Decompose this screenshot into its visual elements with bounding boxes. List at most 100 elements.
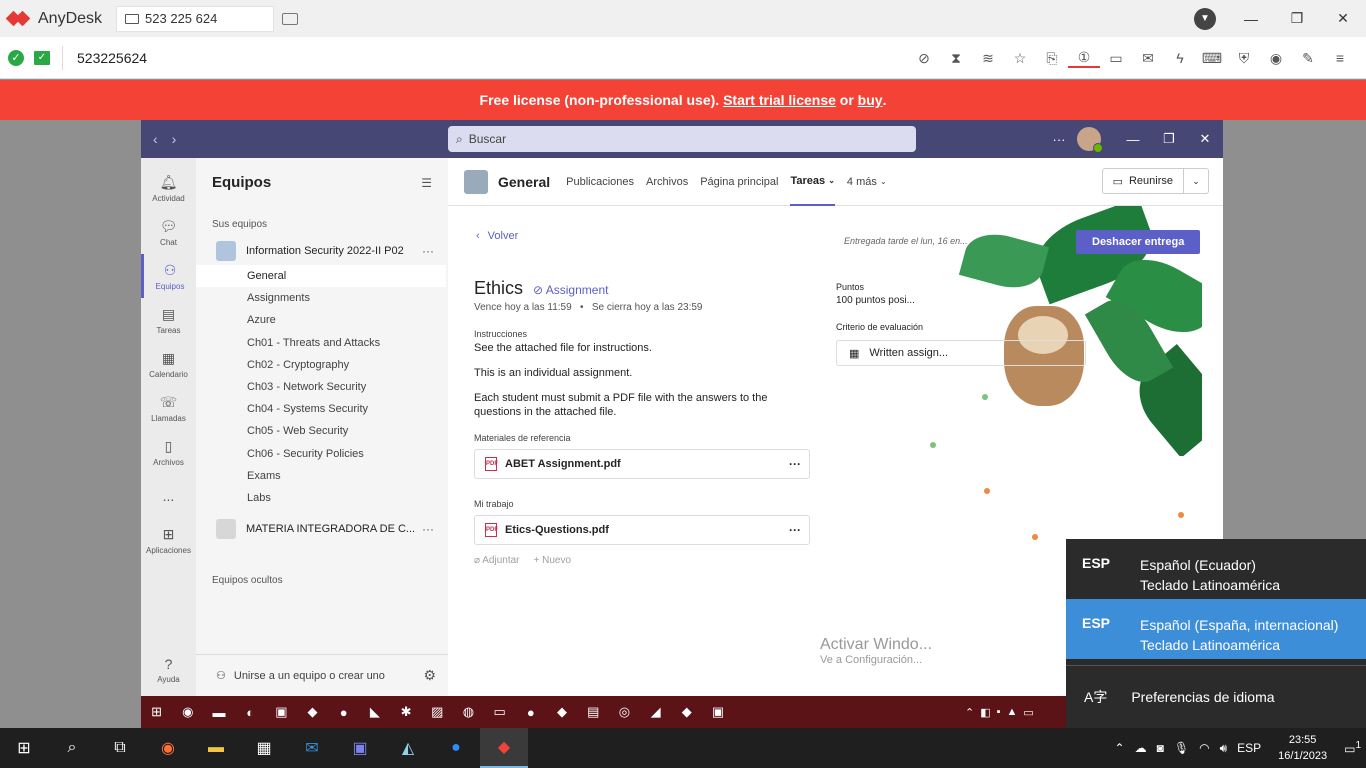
- tab-more[interactable]: 4 más ⌄: [847, 158, 887, 206]
- teams-close-button[interactable]: ✕: [1187, 131, 1223, 147]
- app-icon[interactable]: ▤: [578, 704, 609, 720]
- file-transfer-icon[interactable]: ⎘: [1036, 50, 1068, 67]
- channel-item[interactable]: Ch02 - Cryptography: [196, 354, 448, 376]
- hourglass-icon[interactable]: ⧗: [940, 50, 972, 67]
- rail-archivos[interactable]: ▯ Archivos: [141, 430, 196, 474]
- chevron-down-icon[interactable]: ⌄: [1184, 176, 1208, 187]
- chevron-up-icon[interactable]: ⌃: [965, 706, 974, 719]
- brave-icon[interactable]: ◆: [297, 704, 328, 720]
- search-input[interactable]: ⌕ Buscar: [448, 126, 916, 152]
- input-language[interactable]: ESP: [1237, 741, 1261, 755]
- filter-icon[interactable]: ☰: [421, 176, 432, 190]
- camera-icon[interactable]: ◙: [1157, 741, 1164, 755]
- star-icon[interactable]: ☆: [1004, 50, 1036, 67]
- new-tab-icon[interactable]: [282, 12, 299, 25]
- menu-icon[interactable]: ≡: [1324, 50, 1356, 66]
- windows-start-icon[interactable]: ⊞: [0, 728, 48, 768]
- channel-item[interactable]: Exams: [196, 465, 448, 487]
- back-arrow-icon[interactable]: ‹: [153, 131, 158, 147]
- attach-button[interactable]: ⌀ Adjuntar: [474, 555, 520, 566]
- sublime-icon[interactable]: ▨: [422, 704, 453, 720]
- channel-item[interactable]: Ch04 - Systems Security: [196, 398, 448, 420]
- team-item[interactable]: MATERIA INTEGRADORA DE C... ···: [196, 515, 448, 543]
- rail-equipos[interactable]: ⚇ Equipos: [141, 254, 196, 298]
- file-more-icon[interactable]: ···: [789, 457, 801, 471]
- rail-actividad[interactable]: 🔔︎ Actividad: [141, 166, 196, 210]
- back-link[interactable]: ‹ Volver: [476, 230, 814, 242]
- meet-button-main[interactable]: ▭ Reunirse: [1103, 169, 1184, 193]
- channel-item[interactable]: Ch01 - Threats and Attacks: [196, 332, 448, 354]
- language-preferences-link[interactable]: A字 Preferencias de idioma: [1066, 672, 1366, 722]
- address-input[interactable]: 523225624: [77, 50, 147, 66]
- channel-item[interactable]: Ch05 - Web Security: [196, 420, 448, 442]
- channel-item[interactable]: Assignments: [196, 287, 448, 309]
- firefox-icon[interactable]: ◉: [144, 728, 192, 768]
- app-icon[interactable]: ◐: [235, 705, 266, 720]
- maximize-button[interactable]: ❐: [1274, 10, 1320, 27]
- vscode-icon[interactable]: ◢: [640, 704, 671, 720]
- chevron-up-icon[interactable]: ⌃: [1115, 741, 1125, 755]
- folder-icon[interactable]: ▬: [203, 705, 234, 720]
- download-icon[interactable]: ▼: [1194, 7, 1216, 30]
- tray-icon[interactable]: ▪: [997, 706, 1001, 718]
- postman-icon[interactable]: ●: [515, 705, 546, 720]
- monitor-select-icon[interactable]: ①: [1068, 49, 1100, 68]
- channel-item[interactable]: General: [196, 265, 446, 288]
- slack-icon[interactable]: ✱: [391, 704, 422, 720]
- keyboard-icon[interactable]: ⌨: [1196, 50, 1228, 67]
- hidden-teams-label[interactable]: Equipos ocultos: [196, 575, 448, 586]
- teams-icon[interactable]: ▣: [336, 728, 384, 768]
- teams-icon[interactable]: ▣: [702, 704, 733, 720]
- notification-icon[interactable]: ▭1: [1344, 740, 1361, 756]
- start-icon[interactable]: ⊞: [141, 704, 172, 720]
- undo-turn-in-button[interactable]: Deshacer entrega: [1076, 230, 1201, 254]
- team-item[interactable]: Information Security 2022-II P02 ···: [196, 237, 448, 265]
- task-view-icon[interactable]: ⧉: [96, 728, 144, 768]
- tray-icon[interactable]: ◧: [980, 706, 990, 719]
- permissions-icon[interactable]: ⛨: [1228, 50, 1260, 67]
- search-icon[interactable]: ⌕: [48, 728, 96, 768]
- new-button[interactable]: + Nuevo: [534, 555, 572, 566]
- mic-icon[interactable]: 🎙︎: [1174, 741, 1189, 755]
- channel-item[interactable]: Ch03 - Network Security: [196, 376, 448, 398]
- rail-calendario[interactable]: ▦ Calendario: [141, 342, 196, 386]
- chat-icon[interactable]: ✉: [1132, 50, 1164, 67]
- tab-publicaciones[interactable]: Publicaciones: [566, 158, 634, 206]
- trial-license-link[interactable]: Start trial license: [723, 92, 836, 108]
- visual-studio-icon[interactable]: ◣: [359, 704, 390, 720]
- gear-icon[interactable]: ⚙: [423, 667, 436, 684]
- rail-ayuda[interactable]: ? Ayuda: [141, 648, 196, 692]
- buy-link[interactable]: buy: [858, 92, 883, 108]
- wifi-icon[interactable]: ◠: [1199, 741, 1209, 755]
- session-tab[interactable]: 523 225 624: [116, 5, 275, 32]
- forward-arrow-icon[interactable]: ›: [172, 131, 177, 147]
- zoom-icon[interactable]: ●: [432, 728, 480, 768]
- channel-item[interactable]: Ch06 - Security Policies: [196, 443, 448, 465]
- rail-llamadas[interactable]: ☏ Llamadas: [141, 386, 196, 430]
- join-team-row[interactable]: ⚇ Unirse a un equipo o crear uno ⚙: [196, 654, 448, 696]
- channel-item[interactable]: Azure: [196, 309, 448, 331]
- whiteboard-icon[interactable]: ✎: [1292, 50, 1324, 67]
- meet-button[interactable]: ▭ Reunirse ⌄: [1101, 168, 1209, 194]
- tab-archivos[interactable]: Archivos: [646, 158, 688, 206]
- app-icon[interactable]: ●: [328, 705, 359, 720]
- firefox-icon[interactable]: ◉: [172, 704, 203, 720]
- file-more-icon[interactable]: ···: [789, 523, 801, 537]
- anydesk-icon[interactable]: ◆: [671, 704, 702, 720]
- tab-pagina-principal[interactable]: Página principal: [700, 158, 778, 206]
- teams-maximize-button[interactable]: ❐: [1151, 131, 1187, 147]
- volume-icon[interactable]: 🔊︎: [1220, 741, 1228, 756]
- mail-icon[interactable]: ✉: [288, 728, 336, 768]
- anydesk-icon[interactable]: ◆: [480, 728, 528, 768]
- rail-chat[interactable]: 💬︎ Chat: [141, 210, 196, 254]
- more-options-icon[interactable]: ···: [1041, 132, 1077, 147]
- rubric-card[interactable]: ▦ Written assign...: [836, 340, 1086, 366]
- app-icon[interactable]: ▣: [266, 704, 297, 720]
- rail-more[interactable]: ...: [141, 474, 196, 518]
- display-icon[interactable]: ▭: [1100, 50, 1132, 67]
- submitted-file[interactable]: PDF Etics-Questions.pdf ···: [474, 514, 810, 545]
- reference-file[interactable]: PDF ABET Assignment.pdf ···: [474, 448, 810, 479]
- chrome-icon[interactable]: ◎: [609, 704, 640, 720]
- language-option[interactable]: ESP Español (Ecuador) Teclado Latinoamér…: [1066, 539, 1366, 599]
- store-icon[interactable]: ▦: [240, 728, 288, 768]
